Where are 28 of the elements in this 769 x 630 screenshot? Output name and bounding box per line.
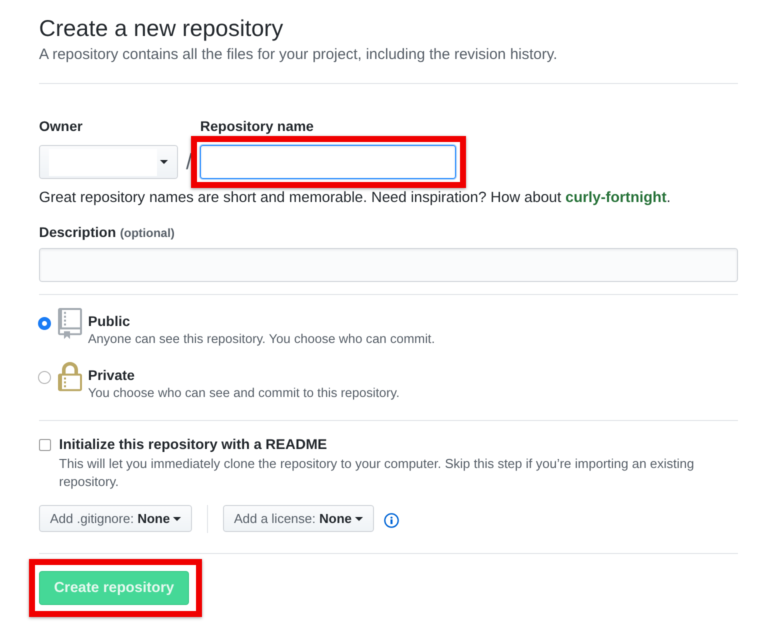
- repository-name-label: Repository name: [200, 117, 315, 135]
- visibility-title: Public: [88, 312, 132, 330]
- readme-label: Initialize this repository with a README: [59, 436, 328, 454]
- readme-checkbox[interactable]: [39, 438, 51, 450]
- caret-icon: [354, 516, 363, 520]
- owner-label: Owner: [39, 117, 84, 135]
- caret-icon: [160, 160, 168, 164]
- page-title: Create a new repository: [39, 14, 284, 43]
- book-icon: [58, 308, 82, 339]
- caret-icon: [172, 516, 181, 520]
- visibility-description: Anyone can see this repository. You choose who can commit.: [88, 330, 435, 348]
- radio-button[interactable]: [38, 317, 51, 330]
- description-label: Description: [39, 223, 116, 241]
- visibility-title: Private: [88, 366, 136, 384]
- license-dropdown[interactable]: Add a license: None: [222, 505, 374, 532]
- lock-icon: [58, 362, 82, 392]
- visibility-description: You choose who can see and commit to this repository.: [88, 384, 400, 402]
- name-hint-text: Great repository names are short and memorable. Need inspiration? How about curly-fortnight.: [39, 189, 672, 208]
- suggestion-link[interactable]: curly-fortnight: [565, 190, 666, 206]
- repository-name-input[interactable]: [200, 145, 456, 179]
- radio-button[interactable]: [38, 370, 51, 384]
- owner-select[interactable]: [39, 145, 178, 179]
- optional-note: (optional): [120, 226, 175, 240]
- page-subtitle: A repository contains all the files for your project, including the revision history.: [39, 45, 558, 65]
- gitignore-dropdown[interactable]: Add .gitignore: None: [39, 505, 192, 532]
- readme-description: This will let you immediately clone the repository to your computer. Skip this step if you’re importing an existing repository.: [59, 454, 696, 491]
- description-input[interactable]: [39, 248, 738, 282]
- info-icon[interactable]: [384, 513, 399, 528]
